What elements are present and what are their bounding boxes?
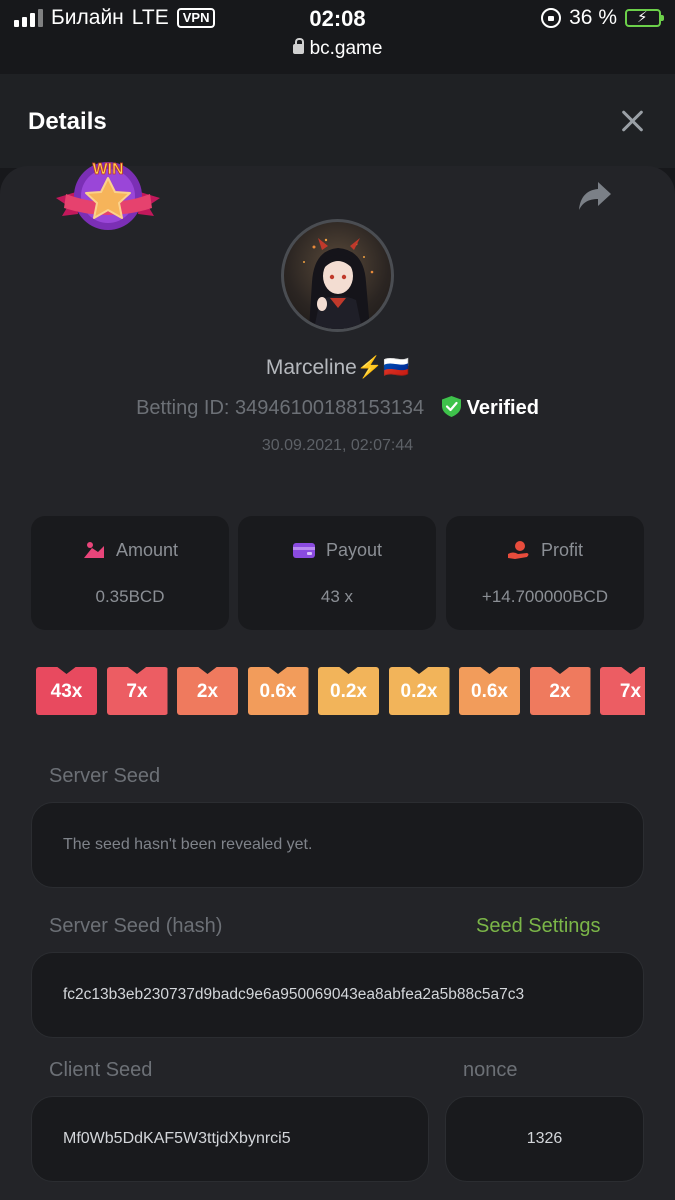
username[interactable]: Marceline [266, 356, 357, 379]
profit-stat: Profit [446, 516, 644, 630]
server-seed-value: The seed hasn't been revealed yet. [63, 836, 313, 853]
server-seed-field: The seed hasn't been revealed yet. [31, 802, 644, 888]
battery-percent: 36 % [569, 6, 617, 29]
payout-label: Payout [325, 540, 383, 560]
payout-stat: Payout [238, 516, 436, 630]
multiplier-chip: 2x [529, 667, 591, 715]
betting-id-row: Betting ID: 34946100188153134 Verified [0, 396, 675, 420]
server-seed-hash-field[interactable]: fc2c13b3eb230737d9badc9e6a950069043ea8ab… [31, 952, 644, 1038]
multiplier-chip: 2x [177, 667, 238, 715]
payout-value: 43 x [320, 587, 354, 606]
multiplier-chip: 0.2x [388, 667, 450, 715]
win-badge-icon: WIN [56, 161, 160, 230]
profit-label: Profit [540, 540, 583, 560]
seed-settings-link[interactable]: Seed Settings [476, 915, 601, 938]
avatar[interactable] [281, 219, 394, 332]
battery-icon: ⚡ [625, 9, 664, 27]
verified-shield-icon [441, 396, 461, 417]
nonce-value: 1326 [526, 1130, 563, 1147]
amount-label: Amount [115, 540, 179, 560]
win-badge-text: WIN [92, 161, 123, 178]
multiplier-chip: 43x [36, 667, 97, 715]
amount-value: 0.35BCD [95, 587, 165, 606]
url-text: bc.game [309, 38, 383, 59]
multiplier-chip: 0.6x [247, 667, 309, 715]
server-seed-hash-label: Server Seed (hash) [49, 915, 223, 937]
nonce-label: nonce [463, 1059, 518, 1081]
client-seed-field[interactable]: Mf0Wb5DdKAF5W3ttjdXbynrci5 [31, 1096, 429, 1182]
wallet-icon [292, 543, 315, 558]
avatar-image [303, 238, 374, 329]
client-seed-label: Client Seed [49, 1059, 153, 1081]
status-bar: Билайн LTE VPN 02:08 bc.game 36 % ⚡ [0, 0, 675, 74]
client-seed-value: Mf0Wb5DdKAF5W3ttjdXbynrci5 [63, 1130, 291, 1147]
amount-stat: Amount [31, 516, 229, 630]
lock-icon [292, 38, 304, 54]
multiplier-chip: 0.2x [318, 667, 379, 715]
amount-icon [83, 542, 104, 558]
rotation-lock-icon [541, 8, 562, 28]
betting-id-label: Betting ID: [136, 397, 230, 419]
profit-value: +14.700000BCD [481, 587, 609, 606]
bet-datetime: 30.09.2021, 02:07:44 [261, 437, 414, 454]
server-seed-label: Server Seed [49, 765, 161, 787]
modal-title: Details [28, 108, 107, 135]
verified-label: Verified [466, 397, 539, 419]
multiplier-row: 43x 7x 2x 0.6x 0.2x 0.2x 0.6x 2x 7x [36, 667, 645, 715]
status-right: 36 % ⚡ [541, 6, 664, 30]
share-icon[interactable] [578, 180, 612, 212]
multiplier-chip: 7x [600, 667, 645, 715]
username-line: Marceline⚡️🇷🇺 [0, 356, 675, 380]
username-emoji: ⚡️🇷🇺 [356, 356, 410, 379]
server-seed-hash-value: fc2c13b3eb230737d9badc9e6a950069043ea8ab… [63, 986, 525, 1003]
close-button[interactable] [619, 108, 645, 134]
multiplier-chip: 7x [106, 667, 168, 715]
multiplier-chip: 0.6x [459, 667, 520, 715]
modal-header: Details [0, 74, 675, 168]
profit-icon [507, 541, 529, 559]
nonce-field[interactable]: 1326 [445, 1096, 644, 1182]
betting-id: 34946100188153134 [235, 397, 425, 419]
url-bar[interactable]: bc.game [0, 38, 675, 60]
